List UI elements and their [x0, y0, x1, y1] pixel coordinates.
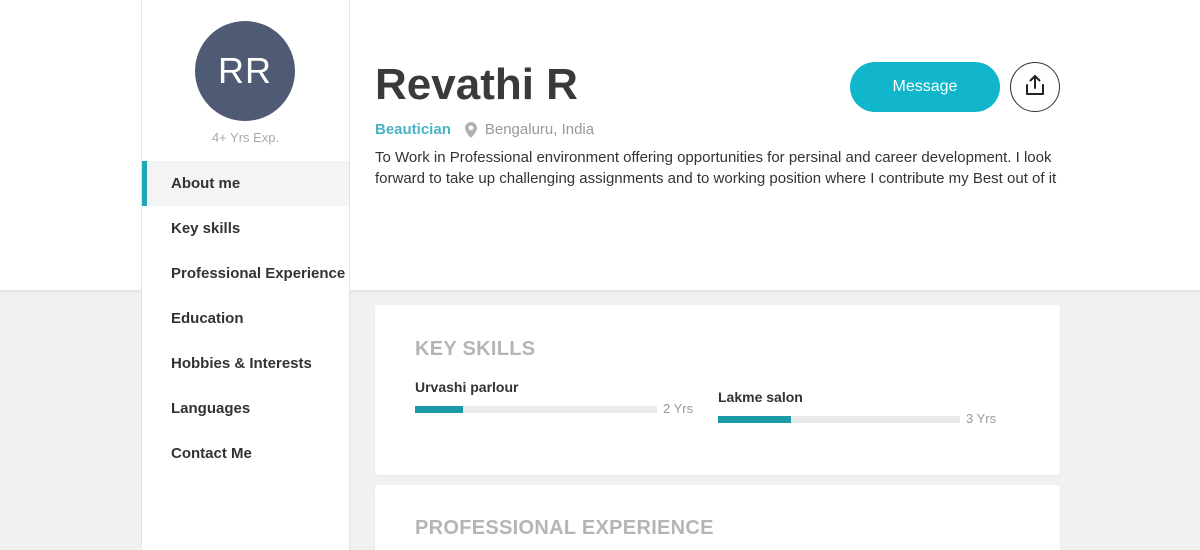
- profile-name: Revathi R: [375, 60, 578, 109]
- profile-location: Bengaluru, India: [484, 121, 595, 138]
- key-skills-title: KEY SKILLS: [415, 338, 536, 360]
- profile-summary: To Work in Professional environment offe…: [375, 149, 1057, 187]
- sidebar-item-education[interactable]: Education: [142, 296, 349, 341]
- skill-progress-track: [718, 416, 960, 423]
- skill-years: 2 Yrs: [663, 401, 694, 416]
- profile-meta: Beautician Bengaluru, India: [375, 121, 594, 138]
- skill-name: Lakme salon: [718, 389, 803, 405]
- avatar: RR: [195, 21, 295, 121]
- sidebar-nav: About me Key skills Professional Experie…: [142, 161, 349, 476]
- skill-item: Lakme salon 3 Yrs: [718, 389, 998, 426]
- key-skills-card: KEY SKILLS Urvashi parlour 2 Yrs Lakme s…: [375, 305, 1060, 475]
- professional-experience-title: PROFESSIONAL EXPERIENCE: [415, 517, 714, 539]
- sidebar-item-hobbies-interests[interactable]: Hobbies & Interests: [142, 341, 349, 386]
- sidebar-item-professional-experience[interactable]: Professional Experience: [142, 251, 349, 296]
- message-button[interactable]: Message: [850, 62, 1000, 112]
- share-button[interactable]: [1010, 62, 1060, 112]
- sidebar-item-languages[interactable]: Languages: [142, 386, 349, 431]
- skill-progress-track: [415, 406, 657, 413]
- experience-label: 4+ Yrs Exp.: [211, 130, 280, 145]
- skill-progress-fill: [415, 406, 464, 413]
- skill-progress-fill: [718, 416, 791, 423]
- location-pin-icon: [464, 121, 477, 138]
- skill-item: Urvashi parlour 2 Yrs: [415, 379, 695, 416]
- share-icon: [1025, 74, 1045, 101]
- sidebar-item-key-skills[interactable]: Key skills: [142, 206, 349, 251]
- sidebar-item-about-me[interactable]: About me: [142, 161, 349, 206]
- professional-experience-card: PROFESSIONAL EXPERIENCE: [375, 485, 1060, 550]
- sidebar-item-contact-me[interactable]: Contact Me: [142, 431, 349, 476]
- skill-years: 3 Yrs: [966, 411, 997, 426]
- profile-role: Beautician: [375, 121, 451, 138]
- skill-name: Urvashi parlour: [415, 379, 519, 395]
- sidebar: RR 4+ Yrs Exp. About me Key skills Profe…: [141, 0, 350, 550]
